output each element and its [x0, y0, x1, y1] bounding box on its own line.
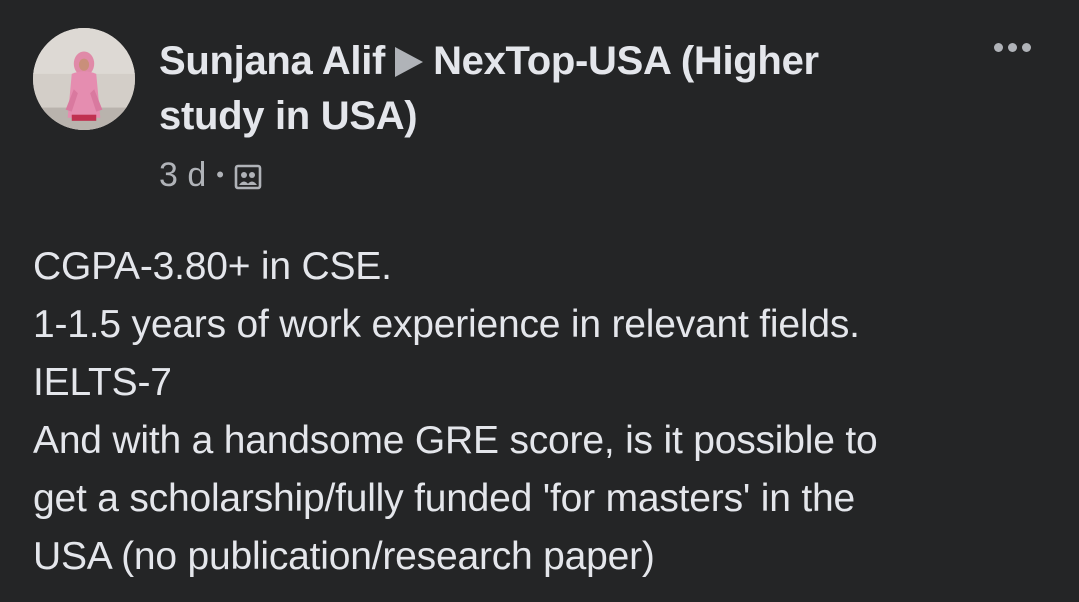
post-meta: 3 d •	[159, 153, 262, 197]
post-line: 1-1.5 years of work experience in releva…	[33, 303, 860, 346]
post-card: Sunjana Alif NexTop-USA (Higher study in …	[0, 0, 1079, 602]
timestamp[interactable]: 3 d	[159, 156, 206, 195]
more-options-button[interactable]	[982, 30, 1042, 64]
post-line: CGPA-3.80+ in CSE.	[33, 245, 392, 288]
avatar[interactable]	[33, 28, 135, 130]
post-body: CGPA-3.80+ in CSE. 1-1.5 years of work e…	[33, 238, 1053, 586]
post-header: Sunjana Alif NexTop-USA (Higher study in …	[159, 34, 919, 144]
post-line: get a scholarship/fully funded 'for mast…	[33, 477, 855, 520]
author-name[interactable]: Sunjana Alif	[159, 39, 385, 83]
avatar-image	[33, 28, 135, 130]
post-line: And with a handsome GRE score, is it pos…	[33, 419, 878, 462]
post-line: IELTS-7	[33, 361, 172, 404]
meta-separator: •	[216, 162, 224, 187]
more-horizontal-icon	[993, 42, 1003, 52]
more-horizontal-icon-dot	[1021, 42, 1031, 52]
post-line: USA (no publication/research paper)	[33, 535, 655, 578]
group-icon	[234, 161, 262, 190]
more-horizontal-icon-dot	[1007, 42, 1017, 52]
arrow-right-icon	[395, 47, 424, 77]
